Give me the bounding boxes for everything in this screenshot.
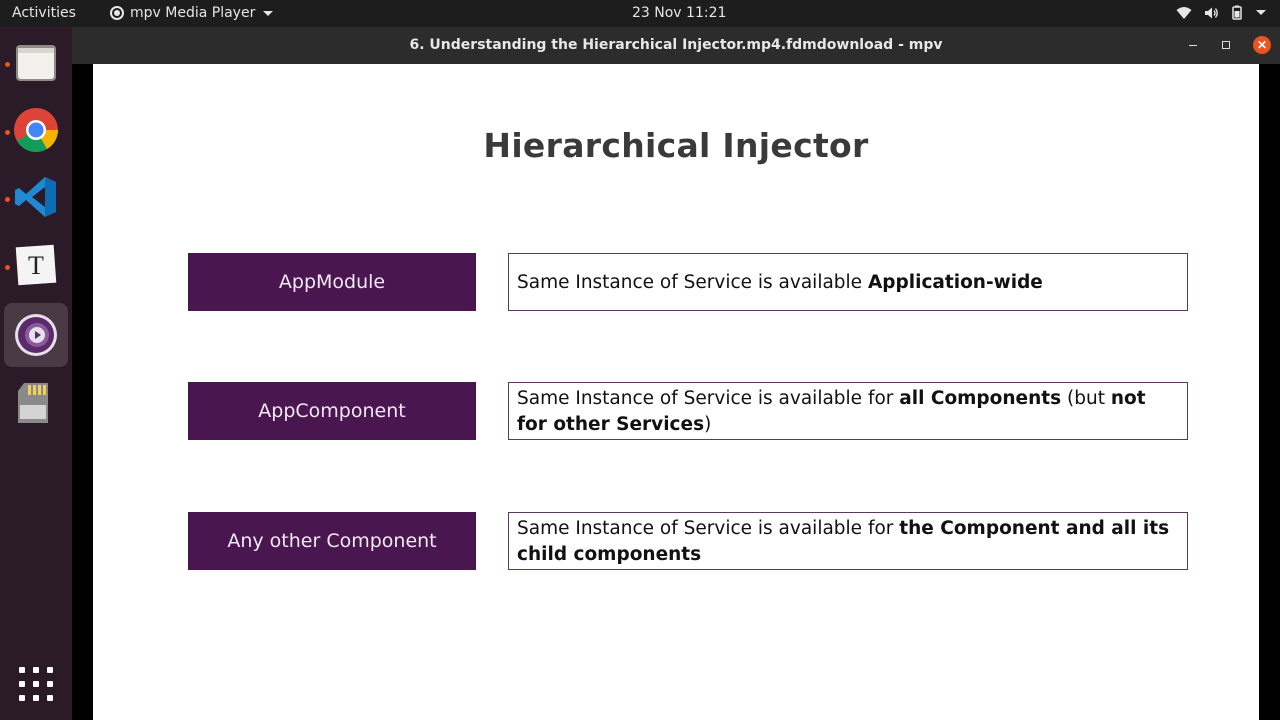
row-label: Any other Component: [188, 512, 476, 570]
slide-title: Hierarchical Injector: [483, 126, 869, 165]
top-bar: Activities mpv Media Player 23 Nov 11:21: [0, 0, 1280, 27]
minimize-button[interactable]: [1184, 36, 1202, 54]
row-description: Same Instance of Service is available Ap…: [508, 253, 1188, 311]
maximize-button[interactable]: [1217, 36, 1235, 54]
dock-typora[interactable]: T: [4, 233, 68, 297]
dock-chrome[interactable]: [4, 98, 68, 162]
dock-vscode[interactable]: [4, 165, 68, 229]
chrome-icon: [14, 108, 58, 152]
vscode-icon: [15, 177, 56, 217]
svg-text:T: T: [28, 251, 44, 280]
row-description: Same Instance of Service is available fo…: [508, 382, 1188, 440]
app-menu-label: mpv Media Player: [130, 5, 256, 21]
dock-sd-card[interactable]: [4, 371, 68, 435]
sd-card-icon: [18, 383, 48, 423]
row-label: AppComponent: [188, 382, 476, 440]
window-titlebar[interactable]: 6. Understanding the Hierarchical Inject…: [72, 27, 1280, 64]
window-title: 6. Understanding the Hierarchical Inject…: [409, 37, 943, 53]
dock-mpv[interactable]: [4, 303, 68, 367]
chevron-down-icon: [263, 10, 274, 16]
dock: T: [0, 27, 72, 720]
show-applications-icon[interactable]: [19, 667, 53, 701]
row-label: AppModule: [188, 253, 476, 311]
system-menu-chevron-icon: [1256, 10, 1266, 15]
mpv-icon: [15, 314, 57, 356]
battery-icon: [1232, 5, 1242, 20]
mpv-icon: [110, 6, 124, 20]
video-area[interactable]: Hierarchical Injector AppModule Same Ins…: [72, 64, 1280, 720]
files-icon: [16, 45, 56, 81]
dock-files[interactable]: [4, 30, 68, 94]
row-description: Same Instance of Service is available fo…: [508, 512, 1188, 570]
close-button[interactable]: ✕: [1253, 36, 1271, 54]
activities-button[interactable]: Activities: [12, 5, 76, 21]
wifi-icon: [1176, 6, 1192, 19]
slide: Hierarchical Injector AppModule Same Ins…: [93, 64, 1259, 720]
clock[interactable]: 23 Nov 11:21: [632, 5, 726, 21]
typora-icon: T: [15, 244, 57, 286]
system-tray[interactable]: [1176, 5, 1266, 20]
volume-icon: [1205, 7, 1218, 18]
app-menu[interactable]: mpv Media Player: [110, 5, 274, 21]
